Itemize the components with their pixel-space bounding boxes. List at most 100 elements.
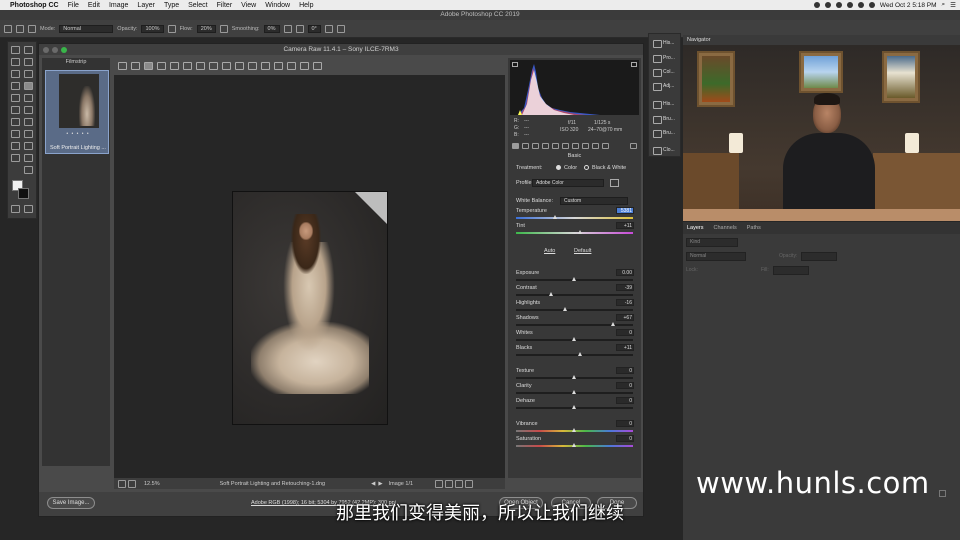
eraser-tool-icon[interactable] xyxy=(11,106,20,114)
panel-histogram[interactable]: His... xyxy=(651,99,681,109)
menu-view[interactable]: View xyxy=(241,2,256,9)
slider-track[interactable] xyxy=(516,390,633,394)
slider-value-field[interactable]: 0 xyxy=(616,367,634,374)
panel-history[interactable]: His... xyxy=(651,38,681,48)
transform-tool-icon[interactable] xyxy=(209,61,218,70)
slider-value-field[interactable]: +11 xyxy=(616,222,634,229)
navigator-tab[interactable]: Navigator xyxy=(683,35,960,45)
copy-settings-icon[interactable] xyxy=(455,479,464,488)
layer-opacity-field[interactable] xyxy=(801,252,837,261)
eyedropper-tool-icon[interactable] xyxy=(24,70,33,78)
lens-corrections-tab-icon[interactable] xyxy=(562,143,569,149)
move-tool-icon[interactable] xyxy=(11,46,20,54)
angle-field[interactable]: 0° xyxy=(307,24,321,33)
menu-window[interactable]: Window xyxy=(265,2,290,9)
slider-value-field[interactable]: -16 xyxy=(616,299,634,306)
white-balance-tool-icon[interactable] xyxy=(144,61,153,70)
slider-track[interactable] xyxy=(516,322,633,326)
slider-knob[interactable] xyxy=(610,322,615,326)
panel-brush-settings[interactable]: Bru... xyxy=(651,128,681,138)
hsl-tab-icon[interactable] xyxy=(542,143,549,149)
background-color-swatch[interactable] xyxy=(18,188,29,199)
slider-track[interactable] xyxy=(516,307,633,311)
menu-edit[interactable]: Edit xyxy=(88,2,100,9)
tone-curve-tab-icon[interactable] xyxy=(522,143,529,149)
color-sampler-icon[interactable] xyxy=(157,61,166,70)
straighten-tool-icon[interactable] xyxy=(196,61,205,70)
brush-size-icon[interactable] xyxy=(16,24,24,33)
tab-channels[interactable]: Channels xyxy=(714,225,737,231)
blur-tool-icon[interactable] xyxy=(11,118,20,126)
symmetry-icon[interactable] xyxy=(336,24,345,33)
screen-mode-icon[interactable] xyxy=(24,205,33,213)
status-icon[interactable] xyxy=(835,2,842,8)
image-preview-area[interactable] xyxy=(114,75,505,478)
zoom-tool-icon[interactable] xyxy=(118,61,127,70)
effects-tab-icon[interactable] xyxy=(572,143,579,149)
menu-image[interactable]: Image xyxy=(109,2,128,9)
slider-track[interactable] xyxy=(516,277,633,281)
artboard-tool-icon[interactable] xyxy=(24,46,33,54)
menu-select[interactable]: Select xyxy=(188,2,207,9)
lasso-tool-icon[interactable] xyxy=(11,58,20,66)
zoom-level[interactable]: 12.5% xyxy=(144,481,160,487)
slider-knob[interactable] xyxy=(548,292,553,296)
brush-tool-icon[interactable] xyxy=(24,82,33,90)
color-radio[interactable] xyxy=(556,165,561,170)
hand-tool-icon[interactable] xyxy=(131,61,140,70)
slider-knob[interactable] xyxy=(577,230,582,234)
slider-track[interactable] xyxy=(516,337,633,341)
brush-tool-preset-icon[interactable] xyxy=(4,24,12,33)
menu-help[interactable]: Help xyxy=(299,2,313,9)
slider-value-field[interactable]: 5381 xyxy=(616,207,634,214)
type-tool-icon[interactable] xyxy=(24,130,33,138)
zoom-tool-icon[interactable] xyxy=(24,154,33,162)
presets-tab-icon[interactable] xyxy=(592,143,599,149)
red-eye-icon[interactable] xyxy=(235,61,244,70)
profile-browser-icon[interactable] xyxy=(610,179,619,187)
status-icon[interactable] xyxy=(824,2,831,8)
slider-knob[interactable] xyxy=(572,337,576,341)
shape-tool-icon[interactable] xyxy=(24,142,33,150)
slider-value-field[interactable]: 0 xyxy=(616,420,634,427)
panel-clone-source[interactable]: Clo... xyxy=(651,145,681,155)
quick-mask-icon[interactable] xyxy=(11,205,20,213)
slider-knob[interactable] xyxy=(572,428,576,432)
slider-knob[interactable] xyxy=(572,443,576,447)
black-white-radio[interactable] xyxy=(584,165,589,170)
panel-menu-icon[interactable] xyxy=(630,143,637,149)
minimize-window-icon[interactable] xyxy=(52,47,58,53)
crop-tool-icon[interactable] xyxy=(183,61,192,70)
menu-type[interactable]: Type xyxy=(164,2,179,9)
calibration-tab-icon[interactable] xyxy=(582,143,589,149)
profile-dropdown[interactable]: Adobe Color xyxy=(532,179,604,187)
white-balance-dropdown[interactable]: Custom xyxy=(560,197,628,205)
slider-track[interactable] xyxy=(516,215,633,219)
spot-removal-icon[interactable] xyxy=(222,61,231,70)
close-window-icon[interactable] xyxy=(43,47,49,53)
healing-brush-icon[interactable] xyxy=(11,82,20,90)
pressure-opacity-icon[interactable] xyxy=(167,24,176,33)
rotate-right-icon[interactable] xyxy=(313,61,322,70)
swap-settings-icon[interactable] xyxy=(445,479,454,488)
slider-knob[interactable] xyxy=(572,375,576,379)
brush-settings-icon[interactable] xyxy=(28,24,36,33)
angle-icon[interactable] xyxy=(295,24,304,33)
panel-adjustments[interactable]: Adj... xyxy=(651,81,681,91)
rotate-left-icon[interactable] xyxy=(300,61,309,70)
adjustment-brush-icon[interactable] xyxy=(248,61,257,70)
panel-brush[interactable]: Bru... xyxy=(651,114,681,124)
slider-track[interactable] xyxy=(516,428,633,432)
slider-knob[interactable] xyxy=(572,277,576,281)
slider-track[interactable] xyxy=(516,352,633,356)
smoothing-field[interactable]: 0% xyxy=(263,24,280,33)
slider-knob[interactable] xyxy=(577,352,582,356)
smoothing-settings-icon[interactable] xyxy=(283,24,292,33)
slider-knob[interactable] xyxy=(562,307,567,311)
slider-value-field[interactable]: +11 xyxy=(616,344,634,351)
path-select-icon[interactable] xyxy=(11,142,20,150)
split-toning-tab-icon[interactable] xyxy=(552,143,559,149)
slider-value-field[interactable]: 0 xyxy=(616,382,634,389)
prev-image-icon[interactable]: ◀ xyxy=(371,481,375,487)
search-icon[interactable]: ⌕ xyxy=(942,1,946,9)
